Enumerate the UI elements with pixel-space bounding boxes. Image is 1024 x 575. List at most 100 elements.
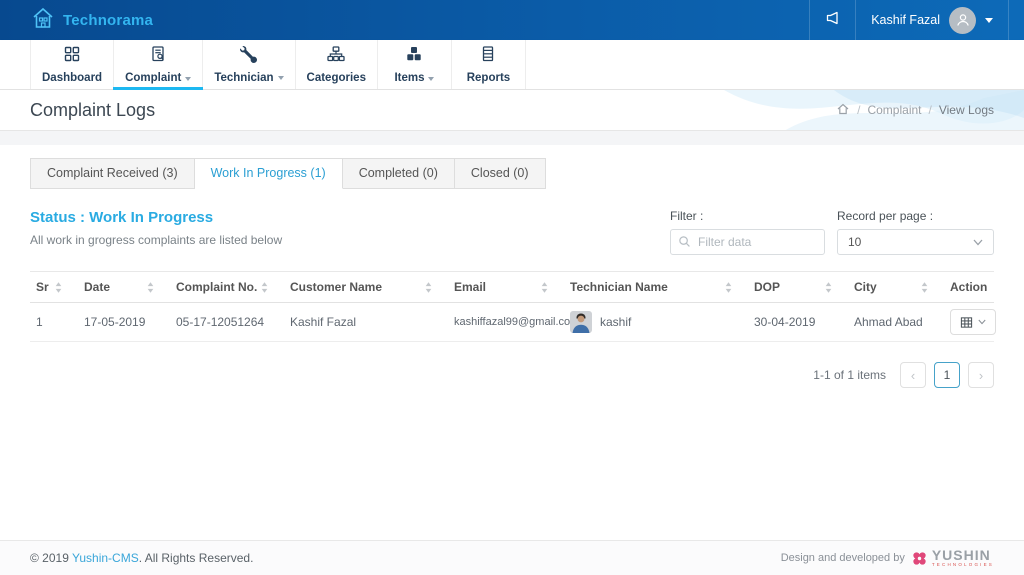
column-header-customer-name[interactable]: Customer Name (284, 272, 448, 303)
nav-item-technician[interactable]: Technician (203, 40, 295, 89)
sort-icon[interactable] (921, 282, 928, 293)
nav-label: Dashboard (42, 72, 102, 84)
tab-closed[interactable]: Closed (0) (455, 158, 546, 189)
copyright-suffix: . All Rights Reserved. (139, 551, 254, 565)
breadcrumb-separator: / (929, 103, 932, 117)
credit-text: Design and developed by (781, 552, 905, 564)
filter-label: Filter : (670, 209, 825, 223)
sort-icon[interactable] (55, 282, 62, 293)
dashboard-grid-icon (63, 45, 81, 68)
pagination-prev-button[interactable]: ‹ (900, 362, 926, 388)
technician-avatar (570, 311, 592, 333)
home-icon[interactable] (836, 102, 850, 119)
column-header-email[interactable]: Email (448, 272, 564, 303)
nav-item-reports[interactable]: Reports (452, 40, 526, 89)
nav-label: Items (394, 72, 434, 84)
pagination-summary: 1-1 of 1 items (813, 368, 886, 382)
tab-complaint-received[interactable]: Complaint Received (3) (30, 158, 195, 189)
column-header-city[interactable]: City (848, 272, 944, 303)
page-title: Complaint Logs (30, 100, 155, 121)
nav-label: Categories (307, 72, 366, 84)
cell-date: 17-05-2019 (78, 303, 170, 342)
status-block: Status : Work In Progress All work in gr… (30, 209, 282, 247)
sort-icon[interactable] (261, 282, 268, 293)
pagination-next-button[interactable]: › (968, 362, 994, 388)
cell-action (944, 303, 994, 342)
announcements-button[interactable] (809, 0, 855, 40)
sort-icon[interactable] (825, 282, 832, 293)
nav-item-items[interactable]: Items (378, 40, 452, 89)
main-content: Complaint Received (3) Work In Progress … (0, 145, 1024, 540)
items-boxes-icon (405, 45, 423, 68)
copyright-prefix: © 2019 (30, 551, 69, 565)
status-heading: Status : Work In Progress (30, 209, 282, 226)
cell-technician-name: kashif (600, 315, 631, 329)
table-row: 1 17-05-2019 05-17-12051264 Kashif Fazal… (30, 303, 994, 342)
nav-label: Complaint (125, 72, 191, 84)
table-header-row: Sr Date Complaint No. Customer Name Emai… (30, 272, 994, 303)
filter-input[interactable] (670, 229, 825, 255)
column-header-date[interactable]: Date (78, 272, 170, 303)
breadcrumb-separator: / (857, 103, 860, 117)
sort-icon[interactable] (147, 282, 154, 293)
user-menu[interactable]: Kashif Fazal (855, 0, 1009, 40)
row-action-button[interactable] (950, 309, 996, 335)
column-header-dop[interactable]: DOP (748, 272, 848, 303)
yushin-brand-text: YUSHIN (932, 548, 991, 562)
footer: © 2019 Yushin-CMS. All Rights Reserved. … (0, 540, 1024, 575)
nav-label: Reports (467, 72, 510, 84)
chevron-down-icon (985, 18, 993, 23)
yushin-logo[interactable]: YUSHIN TECHNOLOGIES (911, 548, 994, 568)
sort-icon[interactable] (725, 282, 732, 293)
chevron-down-icon (185, 77, 191, 81)
sort-icon[interactable] (541, 282, 548, 293)
pagination-page-1-button[interactable]: 1 (934, 362, 960, 388)
complaints-table: Sr Date Complaint No. Customer Name Emai… (30, 271, 994, 342)
column-header-complaint-no[interactable]: Complaint No. (170, 272, 284, 303)
nav-item-categories[interactable]: Categories (296, 40, 378, 89)
chevron-down-icon (973, 239, 983, 246)
search-icon (678, 235, 691, 253)
technician-wrench-icon (240, 46, 257, 68)
chevron-down-icon (278, 76, 284, 80)
status-tabs: Complaint Received (3) Work In Progress … (30, 145, 994, 189)
copyright-text: © 2019 Yushin-CMS. All Rights Reserved. (30, 551, 253, 565)
cell-complaint-no: 05-17-12051264 (170, 303, 284, 342)
megaphone-icon (824, 9, 842, 32)
page-header: Complaint Logs / Complaint / View Logs (0, 90, 1024, 131)
main-navigation: Dashboard Complaint Technician (0, 40, 1024, 90)
categories-sitemap-icon (327, 45, 345, 68)
clover-logo-icon (911, 550, 928, 567)
top-header-bar: Technorama Kashif Fazal (0, 0, 1024, 40)
breadcrumb-complaint[interactable]: Complaint (867, 103, 921, 117)
nav-item-complaint[interactable]: Complaint (114, 40, 203, 89)
column-header-technician-name[interactable]: Technician Name (564, 272, 748, 303)
cell-sr: 1 (30, 303, 78, 342)
home-house-logo-icon (30, 5, 56, 36)
records-per-page-field: Record per page : 10 (837, 209, 994, 255)
column-header-sr[interactable]: Sr (30, 272, 78, 303)
user-name: Kashif Fazal (871, 13, 940, 27)
yushin-brand-subtext: TECHNOLOGIES (932, 563, 994, 568)
cell-email: kashiffazal99@gmail.com (448, 303, 564, 342)
cell-city: Ahmad Abad (848, 303, 944, 342)
cell-dop: 30-04-2019 (748, 303, 848, 342)
table-grid-icon (960, 316, 973, 329)
spacer (0, 131, 1024, 145)
tab-completed[interactable]: Completed (0) (343, 158, 455, 189)
status-subtitle: All work in grogress complaints are list… (30, 233, 282, 247)
reports-table-icon (479, 45, 497, 68)
sort-icon[interactable] (425, 282, 432, 293)
breadcrumb: / Complaint / View Logs (836, 102, 994, 119)
brand-logo[interactable]: Technorama (0, 5, 153, 36)
cell-customer-name: Kashif Fazal (284, 303, 448, 342)
records-per-page-select[interactable]: 10 (837, 229, 994, 255)
tab-work-in-progress[interactable]: Work In Progress (1) (195, 158, 343, 189)
column-header-action: Action (944, 272, 994, 303)
nav-item-dashboard[interactable]: Dashboard (30, 40, 114, 89)
chevron-down-icon (428, 77, 434, 81)
developer-credit: Design and developed by YUSHIN TECHNOLOG… (781, 548, 994, 568)
filter-field: Filter : (670, 209, 825, 255)
yushin-cms-link[interactable]: Yushin-CMS (72, 551, 139, 565)
records-per-page-label: Record per page : (837, 209, 994, 223)
